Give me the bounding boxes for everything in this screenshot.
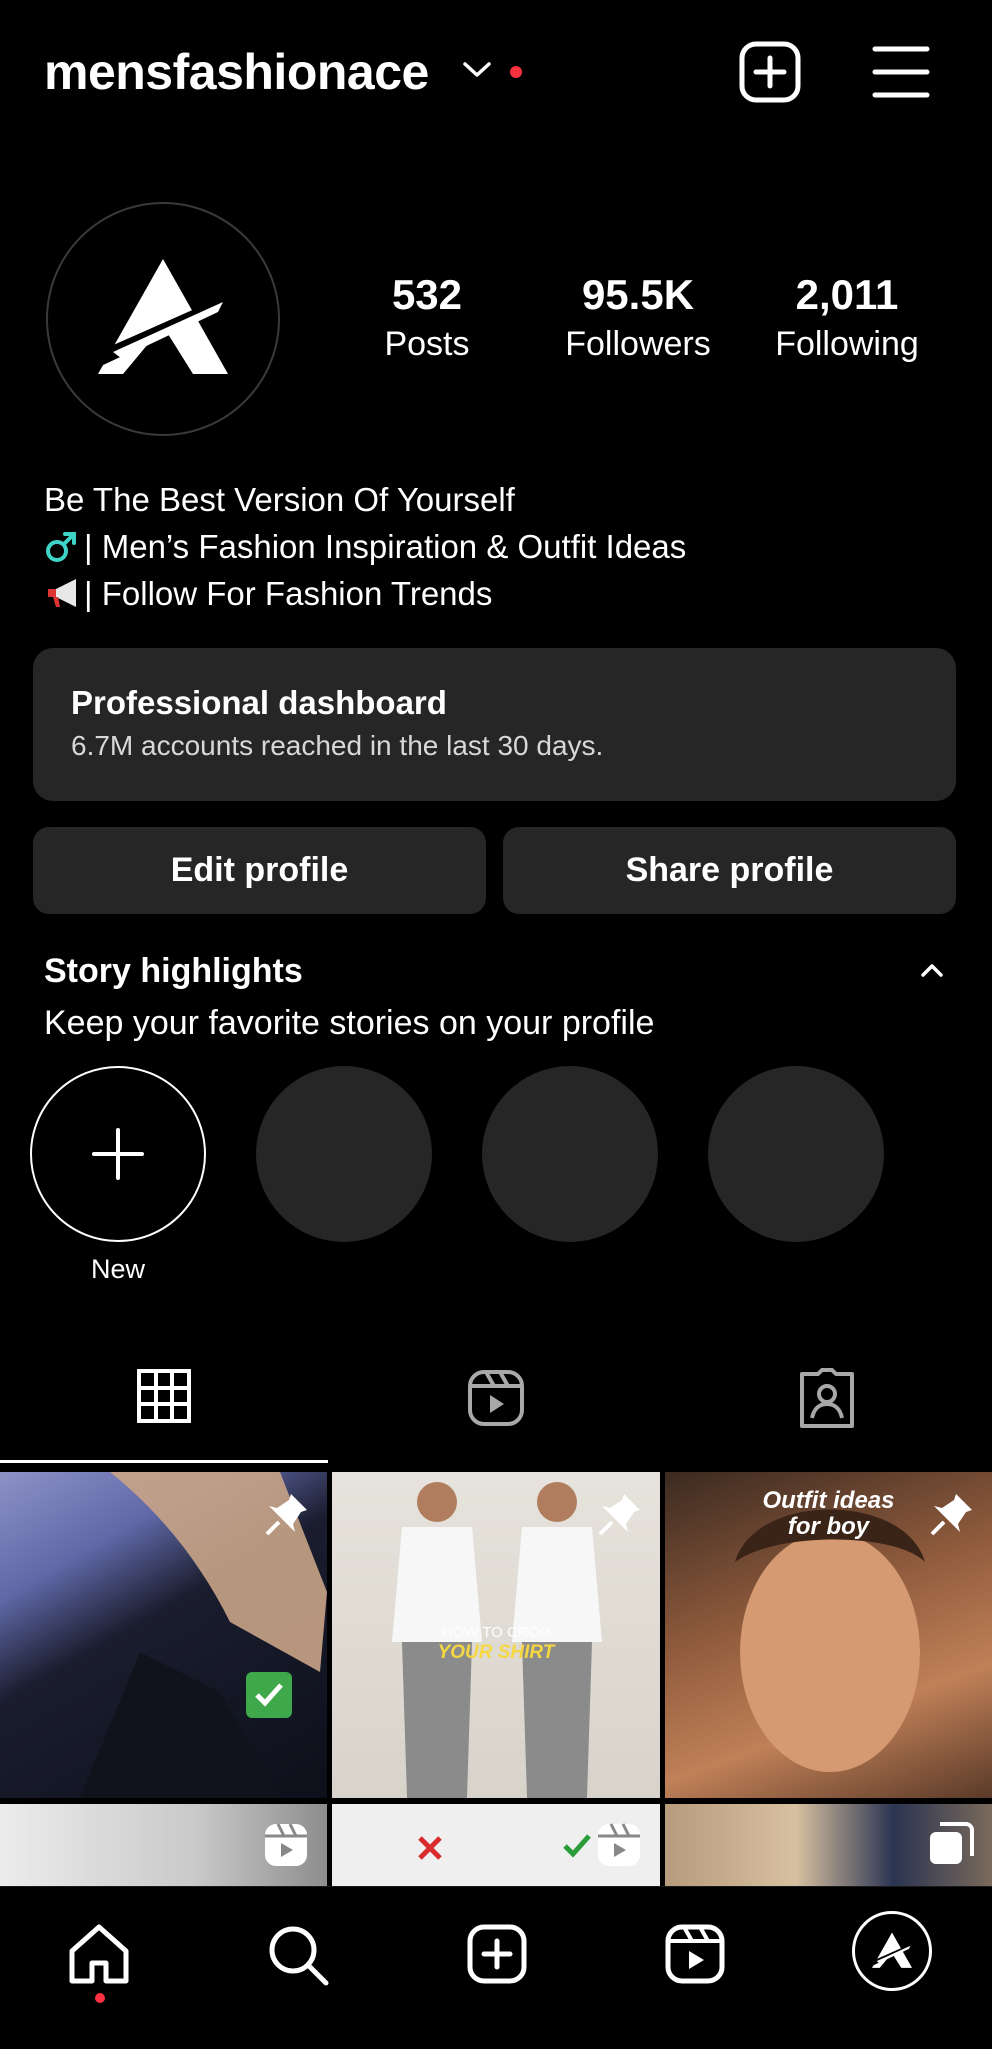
bio-line: Be The Best Version Of Yourself xyxy=(44,476,686,523)
brand-logo-icon xyxy=(93,259,233,374)
active-tab-indicator xyxy=(0,1460,328,1463)
profile-username[interactable]: mensfashionace xyxy=(44,42,429,102)
profile-bio: Be The Best Version Of Yourself | Men’s … xyxy=(44,476,686,617)
stat-followers-label: Followers xyxy=(565,325,711,363)
chevron-down-icon[interactable] xyxy=(462,60,492,80)
bio-line: | Men’s Fashion Inspiration & Outfit Ide… xyxy=(44,523,686,570)
professional-dashboard[interactable]: Professional dashboard 6.7M accounts rea… xyxy=(33,648,956,801)
cross-icon xyxy=(418,1836,442,1860)
stat-posts[interactable]: 532 Posts xyxy=(342,270,512,366)
brand-logo-icon xyxy=(870,1932,914,1968)
bio-line: | Follow For Fashion Trends xyxy=(44,570,686,617)
post-thumbnail[interactable] xyxy=(0,1472,327,1798)
home-notification-dot xyxy=(95,1993,105,2003)
post-thumbnail[interactable]: HOW TO CROP YOUR SHIRT xyxy=(332,1472,660,1798)
reels-tab-icon[interactable] xyxy=(466,1368,526,1428)
home-icon[interactable] xyxy=(66,1923,132,1985)
reels-icon[interactable] xyxy=(664,1923,726,1985)
new-highlight-label: New xyxy=(90,1254,145,1284)
notification-dot xyxy=(510,66,522,78)
bio-text: | Follow For Fashion Trends xyxy=(84,575,493,612)
stat-following-value: 2,011 xyxy=(795,271,899,318)
grid-tab-icon[interactable] xyxy=(136,1368,192,1424)
chevron-up-icon[interactable] xyxy=(920,962,944,978)
highlight-placeholder xyxy=(708,1066,884,1242)
create-icon[interactable] xyxy=(466,1923,528,1985)
new-highlight-button[interactable] xyxy=(30,1066,206,1242)
post-thumbnail[interactable] xyxy=(332,1804,660,1886)
profile-tab-avatar[interactable] xyxy=(852,1911,932,1991)
post-thumbnail[interactable]: Outfit ideas for boy xyxy=(665,1472,992,1798)
pin-icon xyxy=(928,1490,976,1538)
create-post-icon[interactable] xyxy=(738,40,802,104)
tagged-tab-icon[interactable] xyxy=(796,1368,858,1430)
stat-following[interactable]: 2,011 Following xyxy=(762,270,932,366)
stat-following-label: Following xyxy=(775,325,919,363)
post-caption-bottom: YOUR SHIRT xyxy=(437,1642,555,1663)
bio-text: | Men’s Fashion Inspiration & Outfit Ide… xyxy=(84,528,687,565)
stat-posts-value: 532 xyxy=(391,271,463,318)
megaphone-icon xyxy=(44,577,84,611)
check-icon xyxy=(563,1834,591,1858)
highlight-placeholder xyxy=(482,1066,658,1242)
profile-avatar[interactable] xyxy=(46,202,280,436)
check-emoji-icon xyxy=(246,1672,292,1718)
stat-followers-value: 95.5K xyxy=(581,271,695,318)
pin-icon xyxy=(263,1490,311,1538)
search-icon[interactable] xyxy=(266,1923,330,1987)
menu-icon[interactable] xyxy=(872,44,930,100)
post-thumbnail[interactable] xyxy=(0,1804,327,1886)
plus-icon xyxy=(92,1128,144,1180)
dashboard-subtitle: 6.7M accounts reached in the last 30 day… xyxy=(71,730,604,761)
edit-profile-button[interactable]: Edit profile xyxy=(33,827,486,914)
reel-icon xyxy=(263,1822,309,1868)
bio-text: Be The Best Version Of Yourself xyxy=(44,481,515,518)
highlights-subtitle: Keep your favorite stories on your profi… xyxy=(44,1004,655,1042)
stat-posts-label: Posts xyxy=(384,325,470,363)
highlight-placeholder xyxy=(256,1066,432,1242)
post-caption-top: HOW TO CROP xyxy=(441,1624,551,1641)
dashboard-title: Professional dashboard xyxy=(71,684,447,721)
male-sign-icon xyxy=(44,530,84,564)
share-profile-button[interactable]: Share profile xyxy=(503,827,956,914)
carousel-icon xyxy=(928,1822,974,1868)
post-thumbnail[interactable] xyxy=(665,1804,992,1886)
bottom-navigation xyxy=(0,1886,992,2049)
reel-icon xyxy=(596,1822,642,1868)
pin-icon xyxy=(596,1490,644,1538)
highlights-title: Story highlights xyxy=(44,952,303,990)
stat-followers[interactable]: 95.5K Followers xyxy=(553,270,723,366)
